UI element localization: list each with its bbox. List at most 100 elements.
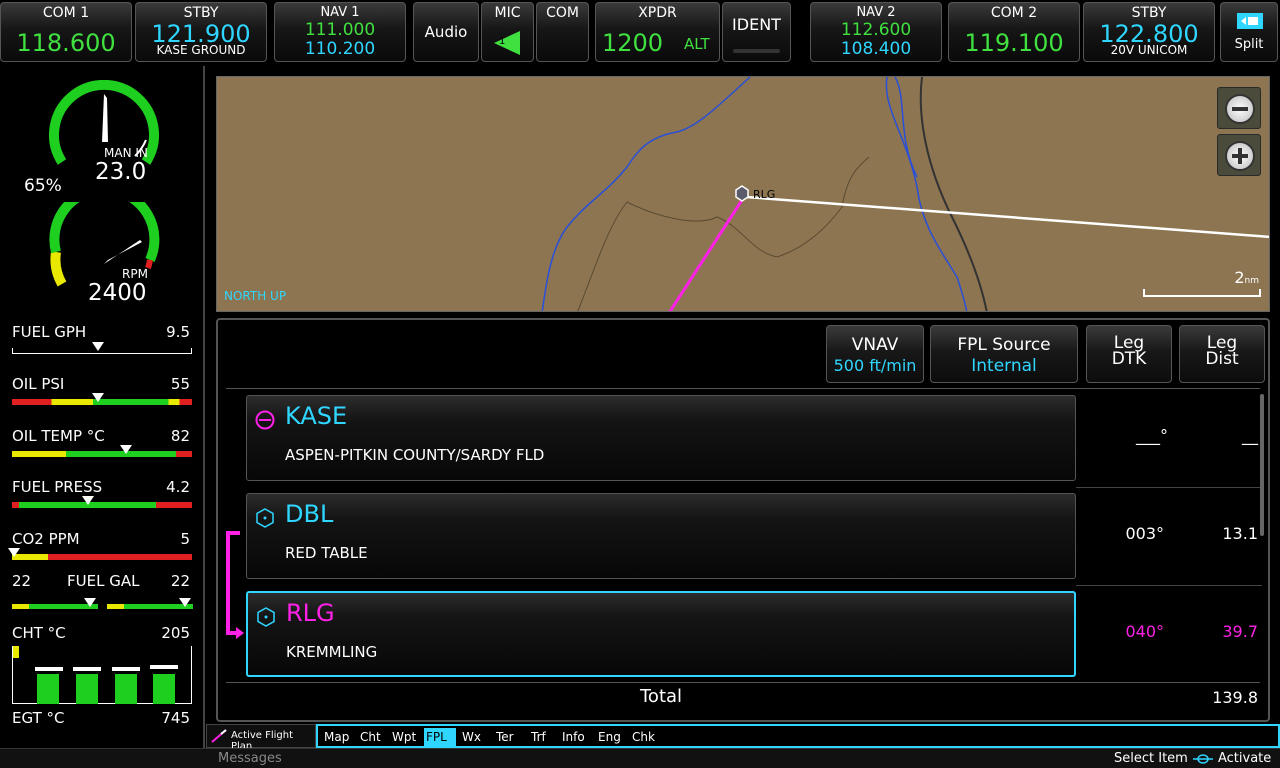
waypoint-ident: DBL (285, 500, 334, 528)
map-range-unit: nm (1244, 276, 1259, 286)
fuel-press-value: 4.2 (166, 478, 190, 496)
tab-ter[interactable]: Ter (494, 728, 516, 746)
ident-label: IDENT (732, 15, 781, 34)
com1-standby[interactable]: STBY 121.900 KASE GROUND (135, 2, 267, 62)
waypoint-ident: RLG (286, 599, 335, 627)
active-flight-plan-tab[interactable]: Active Flight Plan (206, 724, 316, 752)
messages-label[interactable]: Messages (218, 751, 282, 766)
com2-active[interactable]: COM 2 119.100 (948, 2, 1080, 62)
leg-dtk-button[interactable]: Leg DTK (1086, 325, 1172, 383)
audio-button[interactable]: Audio (413, 2, 479, 62)
status-bar: Messages Select Item Activate (0, 748, 1280, 768)
fuel-press-bar (12, 502, 192, 508)
row-divider (1076, 487, 1262, 488)
oil-psi-value: 55 (170, 375, 190, 393)
vnav-button[interactable]: VNAV 500 ft/min (826, 325, 924, 383)
man-label: MAN IN (104, 146, 148, 160)
xpdr-label: XPDR (638, 5, 677, 21)
split-button[interactable]: Split (1220, 2, 1278, 62)
fuel-gal-right-pointer (179, 598, 191, 607)
zoom-out-button[interactable] (1217, 87, 1261, 129)
mic-number: 1 (499, 36, 506, 47)
vnav-value: 500 ft/min (833, 356, 917, 375)
flight-plan-pane: VNAV 500 ft/min FPL Source Internal Leg … (216, 318, 1270, 722)
leg-dtk-value: 003° (1125, 524, 1164, 543)
oil-temp-bar (12, 451, 192, 457)
oil-temp-label: OIL TEMP °C (12, 427, 105, 445)
man-pct: 65% (24, 176, 62, 196)
man-value: 23.0 (95, 159, 147, 185)
fuel-gph-pointer (92, 342, 104, 351)
com1-active[interactable]: COM 1 118.600 (0, 2, 132, 62)
egt-marker-4 (150, 665, 178, 669)
plus-icon (1225, 141, 1255, 171)
ident-indicator (733, 49, 780, 53)
mic-label: MIC (494, 5, 521, 21)
fuel-gph-value: 9.5 (166, 323, 190, 341)
cylinder-2-bar (76, 674, 98, 704)
co2-bar (12, 554, 192, 560)
egt-marker-3 (112, 667, 140, 671)
activate-hint: Activate (1218, 751, 1272, 766)
radio-bar: COM 1 118.600 STBY 121.900 KASE GROUND N… (0, 0, 1280, 64)
total-divider (226, 682, 1260, 683)
mic-button[interactable]: MIC 1 (481, 2, 534, 62)
leg-dist-value: __ (1242, 426, 1258, 445)
nav1-label: NAV 1 (320, 5, 360, 20)
map-orientation-label: NORTH UP (224, 289, 287, 303)
co2-value: 5 (180, 530, 190, 548)
oil-psi-pointer (92, 393, 104, 402)
total-label: Total (640, 686, 683, 707)
nav1-standby-freq: 110.200 (304, 39, 376, 59)
airport-icon (255, 410, 275, 430)
waypoint-name: RED TABLE (285, 544, 368, 562)
com2-standby[interactable]: STBY 122.800 20V UNICOM (1083, 2, 1215, 62)
tab-map[interactable]: Map (322, 728, 351, 746)
com1-label: COM 1 (42, 5, 90, 21)
oil-psi-label: OIL PSI (12, 375, 65, 393)
nav2-box[interactable]: NAV 2 112.600 108.400 (810, 2, 942, 62)
xpdr-box[interactable]: XPDR 1200 ALT (595, 2, 720, 62)
tab-fpl[interactable]: FPL (424, 728, 456, 746)
fuel-gal-right: 22 (170, 572, 190, 590)
cht-egt-graph (12, 646, 192, 704)
waypoint-row-rlg[interactable]: RLG KREMMLING (246, 591, 1076, 677)
tab-wx[interactable]: Wx (460, 728, 483, 746)
moving-map[interactable]: RLG NORTH UP 2nm (216, 76, 1270, 312)
map-waypoint-label: RLG (753, 188, 776, 201)
leg-dist-button[interactable]: Leg Dist (1179, 325, 1265, 383)
cht-label: CHT °C (12, 624, 66, 642)
nav2-standby-freq: 108.400 (840, 39, 912, 59)
tab-trf[interactable]: Trf (529, 728, 548, 746)
split-label: Split (1234, 37, 1264, 52)
map-terrain-lines (541, 77, 1269, 311)
com2-label: COM 2 (990, 5, 1038, 21)
oil-temp-value: 82 (170, 427, 190, 445)
com2-stby-label: STBY (1131, 5, 1167, 21)
tab-eng[interactable]: Eng (596, 728, 623, 746)
xpdr-code: 1200 (602, 29, 664, 57)
tab-info[interactable]: Info (560, 728, 587, 746)
com-audio-button[interactable]: COM (536, 2, 589, 62)
tab-cht[interactable]: Cht (358, 728, 383, 746)
engine-strip: 65% MAN IN 23.0 RPM 2400 FUEL GPH 9.5 OI… (0, 66, 205, 748)
xpdr-mode: ALT (684, 35, 710, 53)
audio-label: Audio (424, 23, 468, 41)
waypoint-ident: KASE (285, 402, 348, 430)
header-divider (226, 388, 1260, 389)
flight-plan-icon (211, 729, 227, 743)
zoom-in-button[interactable] (1217, 134, 1261, 176)
nav1-box[interactable]: NAV 1 111.000 110.200 (274, 2, 406, 62)
egt-marker-1 (35, 667, 63, 671)
fuel-gal-left-pointer (84, 598, 96, 607)
tab-chk[interactable]: Chk (630, 728, 657, 746)
ident-button[interactable]: IDENT (722, 2, 791, 62)
split-screen-icon (1237, 13, 1263, 29)
waypoint-name: KREMMLING (286, 643, 378, 661)
tab-wpt[interactable]: Wpt (390, 728, 418, 746)
leg-dtk-value: ___° (1136, 426, 1168, 445)
waypoint-row-kase[interactable]: KASE ASPEN-PITKIN COUNTY/SARDY FLD (246, 395, 1076, 481)
fpl-scrollbar[interactable] (1260, 394, 1264, 536)
fpl-source-button[interactable]: FPL Source Internal (930, 325, 1078, 383)
waypoint-row-dbl[interactable]: DBL RED TABLE (246, 493, 1076, 579)
